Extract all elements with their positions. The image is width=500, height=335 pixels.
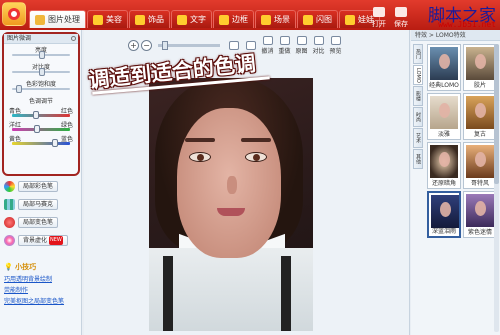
open-button[interactable]: 打开 — [372, 7, 386, 29]
brightness-slider[interactable]: 亮度 — [4, 44, 78, 61]
tips-title: 💡 小技巧 — [4, 263, 37, 271]
watermark-url: www.Jb51.net — [438, 20, 496, 29]
image-icon — [35, 14, 45, 25]
effect-thumb[interactable]: 胶片 — [463, 44, 497, 91]
adjust-title: 图片微调 — [4, 34, 78, 44]
tab-art[interactable]: 艺术 — [413, 128, 423, 148]
thumbnail-scrollbar[interactable] — [494, 44, 499, 332]
preview-button[interactable]: 预览 — [328, 36, 343, 55]
original-icon — [296, 36, 307, 45]
collapse-icon[interactable] — [71, 36, 76, 41]
compare-icon — [313, 36, 324, 45]
effect-thumb[interactable]: 复古 — [463, 93, 497, 140]
doll-icon — [345, 14, 355, 25]
effect-thumb[interactable]: 经典LOMO — [427, 44, 461, 91]
effect-thumb[interactable]: 淡雅 — [427, 93, 461, 140]
edited-photo[interactable] — [149, 78, 313, 331]
compare-button[interactable]: 对比 — [311, 36, 326, 55]
mosaic-icon — [4, 199, 15, 210]
undo-icon — [262, 36, 273, 45]
tab-image-process[interactable]: 图片处理 — [29, 10, 86, 28]
slider-knob[interactable] — [34, 125, 40, 133]
effect-category-tabs: 热门 LOMO 影楼 时尚 艺术 其他 — [413, 44, 423, 170]
effect-thumb[interactable]: 紫色迷情 — [463, 191, 497, 238]
color-pen-icon — [4, 181, 15, 192]
undo-button[interactable]: 撤消 — [260, 36, 275, 55]
preview-icon — [330, 36, 341, 45]
tab-other[interactable]: 其他 — [413, 149, 423, 169]
main-tabs: 图片处理 美容 饰品 文字 边框 场景 闪图 娃娃 — [29, 10, 380, 28]
left-panel: 图片微调 亮度 对比度 色彩饱和度 色调调节 青色红色 洋红绿色 黄色蓝色 — [0, 30, 82, 335]
frame-icon — [219, 14, 229, 25]
local-mosaic-button[interactable]: 局部马赛克 — [4, 198, 59, 211]
tab-hot[interactable]: 热门 — [413, 44, 423, 64]
text-icon — [177, 14, 187, 25]
tab-flash[interactable]: 闪图 — [297, 10, 338, 28]
yellow-blue-slider[interactable]: 黄色 蓝色 — [4, 133, 78, 147]
local-recolor-pen-button[interactable]: 局部变色笔 — [4, 216, 59, 229]
tip-link[interactable]: 巧用透明背景绘制 — [4, 274, 80, 283]
recolor-pen-icon — [4, 217, 15, 228]
tab-accessory[interactable]: 饰品 — [129, 10, 170, 28]
redo-button[interactable]: 重做 — [277, 36, 292, 55]
right-panel: 特效 > LOMO特效 热门 LOMO 影楼 时尚 艺术 其他 经典LOMO 胶… — [411, 30, 500, 335]
beauty-icon — [93, 14, 103, 25]
magenta-green-slider[interactable]: 洋红 绿色 — [4, 119, 78, 133]
tip-link[interactable]: 完美抠图之局部变色笔 — [4, 296, 80, 305]
save-button[interactable]: 保存 — [394, 7, 408, 29]
slider-knob[interactable] — [39, 51, 45, 59]
accessory-icon — [135, 14, 145, 25]
effect-thumb[interactable]: 还原暗角 — [427, 142, 461, 189]
effect-thumb[interactable]: 哥特风 — [463, 142, 497, 189]
background-blur-button[interactable]: 背景虚化 NEW — [4, 234, 68, 247]
slider-knob[interactable] — [52, 139, 58, 147]
blur-icon — [4, 235, 15, 246]
tab-fashion[interactable]: 时尚 — [413, 107, 423, 127]
save-icon — [395, 7, 407, 17]
effect-thumb-selected[interactable]: 深蓝泪雨 — [427, 191, 461, 238]
tab-lomo[interactable]: LOMO — [413, 65, 423, 85]
tab-frame[interactable]: 边框 — [213, 10, 254, 28]
tab-text[interactable]: 文字 — [171, 10, 212, 28]
color-tone-title: 色调调节 — [28, 98, 53, 105]
tab-beauty[interactable]: 美容 — [87, 10, 128, 28]
new-badge: NEW — [49, 236, 63, 245]
flash-icon — [303, 14, 313, 25]
scene-icon — [261, 14, 271, 25]
effects-breadcrumb: 特效 > LOMO特效 — [411, 30, 500, 41]
local-color-pen-button[interactable]: 局部彩色笔 — [4, 180, 59, 193]
slider-knob[interactable] — [39, 68, 45, 76]
zoom-out-icon[interactable]: − — [141, 40, 152, 51]
folder-icon — [373, 7, 385, 17]
tips-section: 💡 小技巧 巧用透明背景绘制 荧能制作 完美抠图之局部变色笔 — [4, 262, 80, 305]
tip-link[interactable]: 荧能制作 — [4, 285, 80, 294]
zoom-in-icon[interactable]: + — [128, 40, 139, 51]
contrast-slider[interactable]: 对比度 — [4, 61, 78, 78]
zoom-slider[interactable] — [158, 41, 220, 50]
tab-scene[interactable]: 场景 — [255, 10, 296, 28]
image-adjust-box: 图片微调 亮度 对比度 色彩饱和度 色调调节 青色红色 洋红绿色 黄色蓝色 — [2, 32, 80, 176]
original-button[interactable]: 原图 — [294, 36, 309, 55]
top-toolbar: 图片处理 美容 饰品 文字 边框 场景 闪图 娃娃 打开 保存 脚本之家 www… — [0, 0, 500, 30]
saturation-slider[interactable]: 色彩饱和度 — [4, 78, 78, 95]
slider-knob[interactable] — [16, 85, 22, 93]
tab-studio[interactable]: 影楼 — [413, 86, 423, 106]
app-logo — [2, 2, 26, 26]
redo-icon — [279, 36, 290, 45]
cyan-red-slider[interactable]: 青色 红色 — [4, 105, 78, 119]
slider-knob[interactable] — [33, 111, 39, 119]
